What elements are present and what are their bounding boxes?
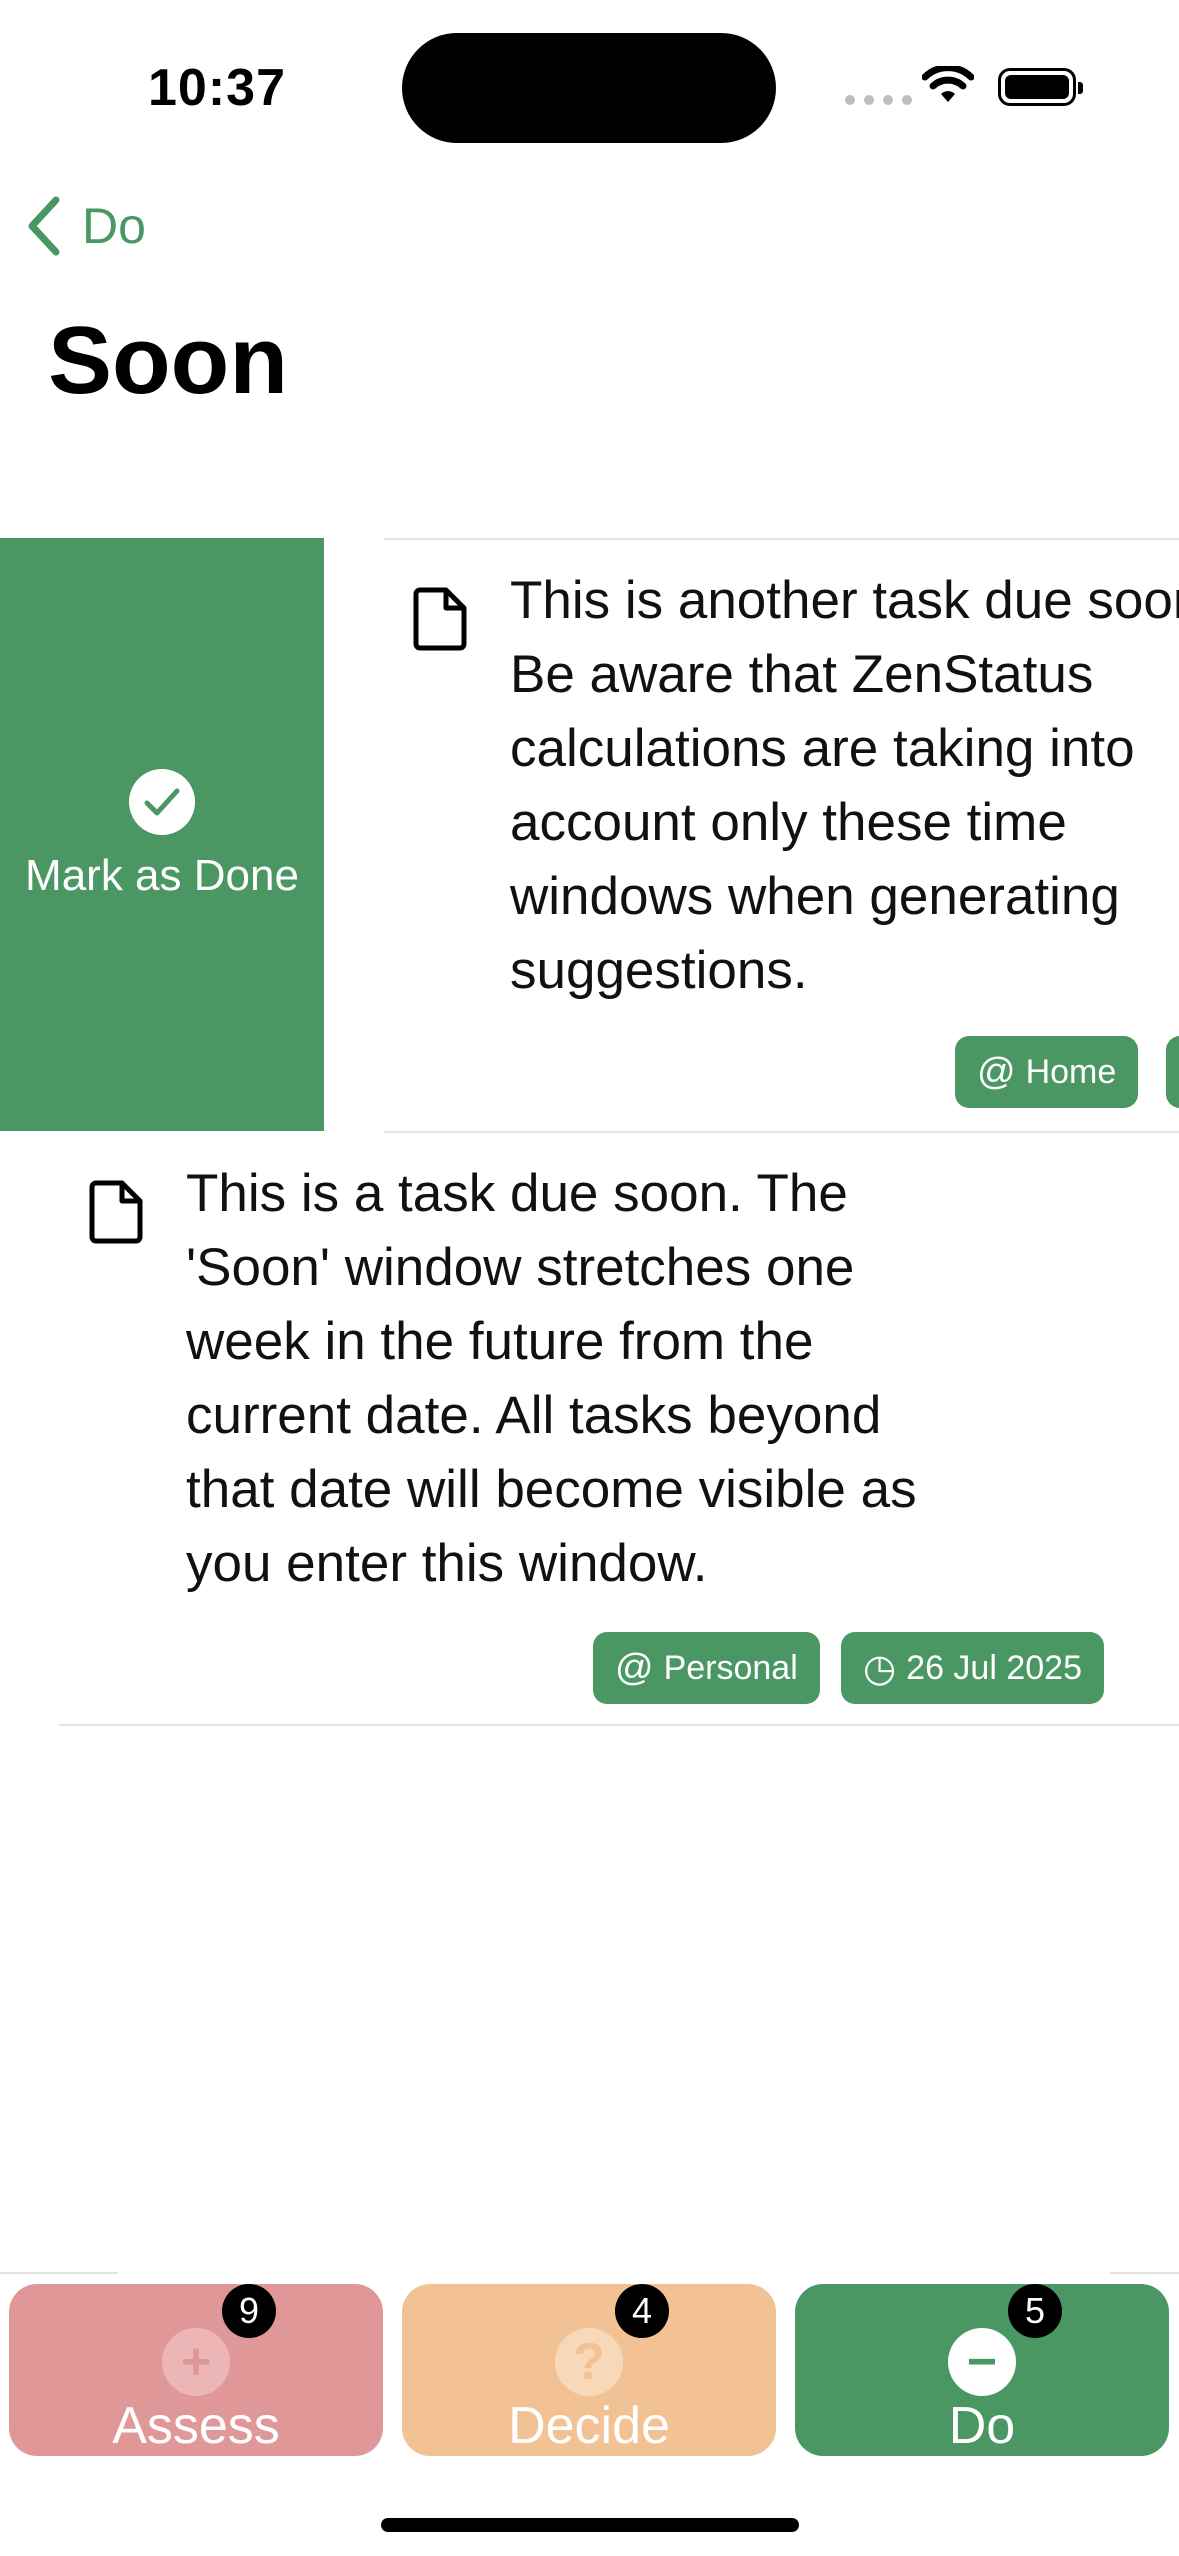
home-indicator[interactable] [381, 2518, 799, 2532]
context-tag[interactable]: @ Home [955, 1036, 1139, 1108]
date-tag-cutoff [1166, 1036, 1179, 1108]
cellular-signal-icon [845, 95, 912, 105]
at-icon: @ [615, 1646, 654, 1689]
task-row[interactable]: This is a task due soon. The 'Soon' wind… [0, 1133, 1179, 1723]
back-label: Do [82, 198, 146, 254]
task-text: This is a task due soon. The 'Soon' wind… [186, 1164, 917, 1593]
task-row[interactable]: This is another task due soon. Be aware … [384, 540, 1179, 1130]
tab-do-label: Do [948, 2397, 1016, 2455]
tab-assess[interactable]: + Assess [9, 2284, 383, 2456]
tabbar-divider [1110, 2272, 1179, 2274]
chevron-left-icon [28, 196, 60, 256]
status-time: 10:37 [148, 59, 286, 117]
question-icon: ? [555, 2328, 623, 2396]
checkmark-icon [129, 768, 195, 835]
page-title: Soon [48, 307, 288, 414]
decide-count-badge: 4 [615, 2284, 669, 2338]
assess-count-badge: 9 [222, 2284, 276, 2338]
tab-do[interactable]: − Do [795, 2284, 1169, 2456]
document-icon [412, 586, 470, 657]
mark-as-done-label: Mark as Done [25, 850, 299, 900]
wifi-icon [921, 64, 975, 111]
battery-icon [998, 68, 1083, 106]
document-icon [88, 1179, 146, 1250]
tabbar-divider [0, 2272, 118, 2274]
at-icon: @ [977, 1050, 1016, 1093]
plus-icon: + [162, 2328, 230, 2396]
tab-decide[interactable]: ? Decide [402, 2284, 776, 2456]
context-tag[interactable]: @ Personal [593, 1632, 820, 1704]
tab-decide-label: Decide [508, 2397, 670, 2455]
row-divider [59, 1724, 1179, 1726]
clock-icon: ◷ [863, 1647, 897, 1690]
dynamic-island [402, 33, 776, 143]
tab-assess-label: Assess [112, 2397, 280, 2455]
due-date-tag[interactable]: ◷ 26 Jul 2025 [841, 1632, 1104, 1704]
do-count-badge: 5 [1008, 2284, 1062, 2338]
minus-icon: − [948, 2328, 1016, 2396]
task-text: This is another task due soon. Be aware … [510, 571, 1179, 1000]
back-button[interactable]: Do [24, 196, 146, 256]
mark-as-done-button[interactable]: Mark as Done [0, 538, 324, 1131]
